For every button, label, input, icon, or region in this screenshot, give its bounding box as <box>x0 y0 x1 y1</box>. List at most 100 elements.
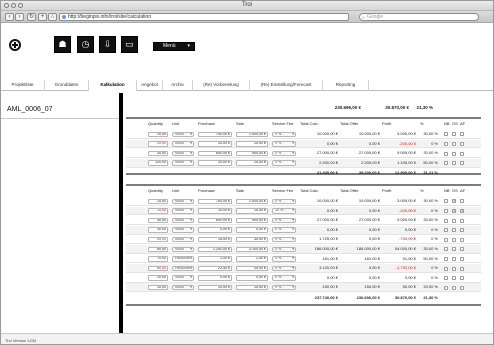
reload-button[interactable]: ↻ <box>27 13 36 21</box>
af-checkbox[interactable] <box>460 218 464 223</box>
sale-input[interactable]: 2,00 € <box>236 256 268 262</box>
os-checkbox[interactable] <box>452 151 456 156</box>
af-checkbox[interactable] <box>460 228 464 233</box>
service-fee-select[interactable]: 0 % - <box>272 141 296 147</box>
unit-select[interactable]: Pauschal <box>172 256 194 262</box>
nb-checkbox[interactable] <box>444 161 448 166</box>
folder-button[interactable]: ▭ <box>121 36 138 53</box>
quantity-input[interactable]: 30,00 <box>148 217 168 224</box>
os-checkbox[interactable] <box>452 285 456 290</box>
tab-angebot[interactable]: Angebot <box>137 80 163 91</box>
af-checkbox[interactable] <box>460 247 464 252</box>
sale-input[interactable]: 3.100,00 € <box>236 246 268 253</box>
purchase-input[interactable]: 700,00 € <box>198 131 232 138</box>
nb-checkbox[interactable] <box>444 247 448 252</box>
quantity-input[interactable]: 20,00 <box>148 141 168 147</box>
service-fee-select[interactable]: 0 % - <box>272 160 296 166</box>
purchase-input[interactable]: 600,00 € <box>198 150 232 157</box>
rss-button[interactable]: ∴ <box>48 13 57 21</box>
unit-select[interactable]: Stück <box>172 150 194 157</box>
quantity-input[interactable]: 10,00 <box>148 198 168 205</box>
quantity-input[interactable]: 10,00 <box>148 275 168 281</box>
tab-projektliste[interactable]: Projektliste <box>1 80 45 91</box>
purchase-input[interactable]: 20,00 € <box>198 160 232 166</box>
af-checkbox[interactable] <box>460 276 464 281</box>
tab-reporting[interactable]: Reporting <box>323 80 369 91</box>
quantity-input[interactable]: 80,00 <box>148 265 168 272</box>
nb-checkbox[interactable] <box>444 199 448 204</box>
os-checkbox[interactable] <box>452 228 456 233</box>
service-fee-select[interactable]: 0 % - <box>272 198 296 205</box>
clock-button[interactable]: ◷ <box>77 36 94 53</box>
af-checkbox[interactable] <box>460 199 464 204</box>
forward-button[interactable]: › <box>15 13 24 21</box>
af-checkbox[interactable] <box>460 266 464 271</box>
nb-checkbox[interactable] <box>444 218 448 223</box>
quantity-input[interactable]: 30,00 <box>148 150 168 157</box>
unit-select[interactable]: Stück <box>172 160 194 166</box>
nb-checkbox[interactable] <box>444 151 448 156</box>
os-checkbox[interactable] <box>452 237 456 242</box>
purchase-input[interactable]: 1,00 € <box>198 256 232 262</box>
nb-checkbox[interactable] <box>444 132 448 137</box>
sale-input[interactable]: 900,00 € <box>236 217 268 224</box>
service-fee-select[interactable]: 10 % - <box>272 208 296 214</box>
service-fee-select[interactable]: 0 % - <box>272 131 296 138</box>
sale-input[interactable]: 0,00 € <box>236 227 268 233</box>
af-checkbox[interactable] <box>460 285 464 290</box>
tab-kalkulation[interactable]: Kalkulation <box>89 80 137 91</box>
sale-input[interactable]: 1.000,00 € <box>236 131 268 138</box>
sale-input[interactable]: 15,00 € <box>236 285 268 291</box>
af-checkbox[interactable] <box>460 237 464 242</box>
quantity-input[interactable]: 20,00 <box>148 208 168 214</box>
nb-checkbox[interactable] <box>444 276 448 281</box>
os-checkbox[interactable] <box>452 218 456 223</box>
quantity-input[interactable]: 70,00 <box>148 256 168 262</box>
purchase-input[interactable]: 0,00 € <box>198 275 232 281</box>
menu-dropdown[interactable]: Menü ▾ <box>153 42 195 51</box>
nb-checkbox[interactable] <box>444 285 448 290</box>
os-checkbox[interactable] <box>452 161 456 166</box>
af-checkbox[interactable] <box>460 141 464 146</box>
back-button[interactable]: ‹ <box>5 13 14 21</box>
service-fee-select[interactable]: 0 % - <box>272 256 296 262</box>
unit-select[interactable]: Stück <box>172 141 194 147</box>
nb-checkbox[interactable] <box>444 208 448 213</box>
tab-re-einstellung-forecast[interactable]: (Re) Einstellung/Forecast <box>250 80 323 91</box>
purchase-input[interactable]: 10,00 € <box>198 141 232 147</box>
sale-input[interactable]: 20,00 € <box>236 160 268 166</box>
quantity-input[interactable]: 10,00 <box>148 285 168 291</box>
sale-input[interactable]: 35,00 € <box>236 265 268 272</box>
unit-select[interactable]: Stück <box>172 227 194 233</box>
download-button[interactable]: ⇩ <box>99 36 116 53</box>
quantity-input[interactable]: 10,00 <box>148 131 168 138</box>
service-fee-select[interactable]: 0 % - <box>272 265 296 272</box>
sale-input[interactable]: 10,00 € <box>236 208 268 214</box>
af-checkbox[interactable] <box>460 161 464 166</box>
sale-input[interactable]: 900,00 € <box>236 150 268 157</box>
sale-input[interactable]: 0,00 € <box>236 275 268 281</box>
nb-checkbox[interactable] <box>444 256 448 261</box>
unit-select[interactable]: Stück <box>172 237 194 243</box>
service-fee-select[interactable]: 0 % - <box>272 217 296 224</box>
tab-re-vorbereitung[interactable]: (Re) Vorbereitung <box>193 80 250 91</box>
quantity-input[interactable]: 60,00 <box>148 246 168 253</box>
address-bar[interactable]: http://beginpix.info/troi/site/calculati… <box>59 13 349 21</box>
panel-divider[interactable] <box>119 93 123 333</box>
nb-checkbox[interactable] <box>444 141 448 146</box>
service-fee-select[interactable]: 0 % - <box>272 246 296 253</box>
unit-select[interactable]: Stück <box>172 246 194 253</box>
purchase-input[interactable]: 600,00 € <box>198 217 232 224</box>
unit-select[interactable]: Stück <box>172 208 194 214</box>
os-checkbox[interactable] <box>452 247 456 252</box>
os-checkbox[interactable]: ✓ <box>452 199 456 204</box>
quantity-input[interactable]: 110,00 <box>148 160 168 166</box>
purchase-input[interactable]: 10,00 € <box>198 208 232 214</box>
af-checkbox[interactable] <box>460 256 464 261</box>
nb-checkbox[interactable] <box>444 266 448 271</box>
nb-checkbox[interactable] <box>444 228 448 233</box>
service-fee-select[interactable]: 0 % - <box>272 285 296 291</box>
purchase-input[interactable]: 2.200,00 € <box>198 246 232 253</box>
unit-select[interactable]: Stück <box>172 198 194 205</box>
os-checkbox[interactable]: ✓ <box>452 208 456 213</box>
